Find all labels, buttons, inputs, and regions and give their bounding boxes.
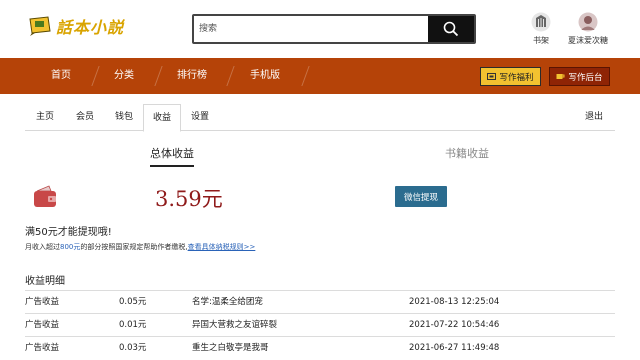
income-details-list: 广告收益 0.05元 名学:温柔全给团宠 2021-08-13 12:25:04…: [25, 290, 615, 359]
bookshelf-link[interactable]: 书架: [531, 12, 551, 46]
ticket-icon: [487, 73, 497, 80]
income-time: 2021-08-13 12:25:04: [409, 297, 500, 307]
search-bar: [192, 14, 476, 44]
tax-notice-prefix: 月收入超过: [25, 243, 60, 251]
main-nav: 首页 分类 排行榜 手机版 写作福利 写作后台: [0, 58, 640, 94]
tab-income[interactable]: 收益: [143, 104, 181, 132]
nav-item-home[interactable]: 首页: [51, 58, 71, 94]
cup-icon: [556, 74, 565, 79]
logo-book-icon: [27, 15, 53, 37]
search-button[interactable]: [428, 16, 474, 42]
logout-link[interactable]: 退出: [585, 104, 603, 131]
writing-welfare-label: 写作福利: [499, 72, 534, 83]
bookshelf-label: 书架: [533, 36, 549, 45]
income-amount: 0.01元: [119, 320, 147, 330]
book-title[interactable]: 重生之白敬亭是我哥: [192, 337, 269, 359]
avatar: [578, 12, 598, 32]
income-type: 广告收益: [25, 343, 60, 353]
nav-divider: [154, 66, 163, 86]
username-label: 夏沫爱次糖: [568, 36, 608, 45]
tab-wallet[interactable]: 钱包: [105, 104, 143, 131]
income-details-title: 收益明细: [25, 276, 65, 287]
book-title[interactable]: 异国大营救之友谊碎裂: [192, 314, 277, 336]
nav-item-category[interactable]: 分类: [114, 58, 134, 94]
user-profile-link[interactable]: 夏沫爱次糖: [568, 12, 608, 46]
income-time: 2021-06-27 11:49:48: [409, 343, 500, 353]
search-input[interactable]: [194, 16, 428, 42]
income-amount: 0.05元: [119, 297, 147, 307]
wechat-withdraw-button[interactable]: 微信提现: [395, 186, 447, 207]
table-row: 广告收益 0.03元 重生之白敬亭是我哥 2021-06-27 11:49:48: [25, 336, 615, 359]
tax-rules-link[interactable]: 查看具体纳税规则>>: [188, 243, 256, 251]
tab-settings[interactable]: 设置: [181, 104, 219, 131]
tax-notice: 月收入超过800元的部分按照国家规定帮助作者缴税,查看具体纳税规则>>: [25, 242, 255, 252]
site-header: 話本小説 书架 夏沫爱次糖: [0, 0, 640, 58]
bookshelf-icon: [531, 12, 551, 32]
income-type: 广告收益: [25, 320, 60, 330]
tax-notice-text: 的部分按照国家规定帮助作者缴税,: [80, 243, 188, 251]
income-time: 2021-07-22 10:54:46: [409, 320, 500, 330]
table-row: 广告收益 0.05元 名学:温柔全给团宠 2021-08-13 12:25:04: [25, 290, 615, 313]
account-tabs: 主页 会员 钱包 收益 设置 退出: [25, 104, 615, 132]
total-income-amount: 3.59元: [155, 187, 223, 211]
withdraw-minimum-notice: 满50元才能提现哦!: [25, 227, 112, 238]
tax-threshold-amount: 800元: [60, 243, 81, 251]
nav-divider: [301, 66, 310, 86]
writing-backend-button[interactable]: 写作后台: [549, 67, 610, 86]
nav-divider: [91, 66, 100, 86]
tab-book-income[interactable]: 书籍收益: [445, 145, 489, 161]
writing-welfare-button[interactable]: 写作福利: [480, 67, 541, 86]
nav-divider: [226, 66, 235, 86]
table-row: 广告收益 0.01元 异国大营救之友谊碎裂 2021-07-22 10:54:4…: [25, 313, 615, 336]
income-amount: 0.03元: [119, 343, 147, 353]
wallet-icon: [34, 185, 56, 207]
search-icon: [443, 21, 459, 37]
book-title[interactable]: 名学:温柔全给团宠: [192, 291, 263, 313]
tab-home[interactable]: 主页: [25, 104, 65, 131]
writing-backend-label: 写作后台: [568, 72, 603, 83]
nav-item-ranking[interactable]: 排行榜: [177, 58, 207, 94]
site-logo[interactable]: 話本小説: [27, 14, 124, 38]
tab-total-income[interactable]: 总体收益: [150, 145, 194, 167]
income-type: 广告收益: [25, 297, 60, 307]
tab-member[interactable]: 会员: [65, 104, 105, 131]
logo-text: 話本小説: [56, 18, 125, 37]
nav-item-mobile[interactable]: 手机版: [250, 58, 280, 94]
